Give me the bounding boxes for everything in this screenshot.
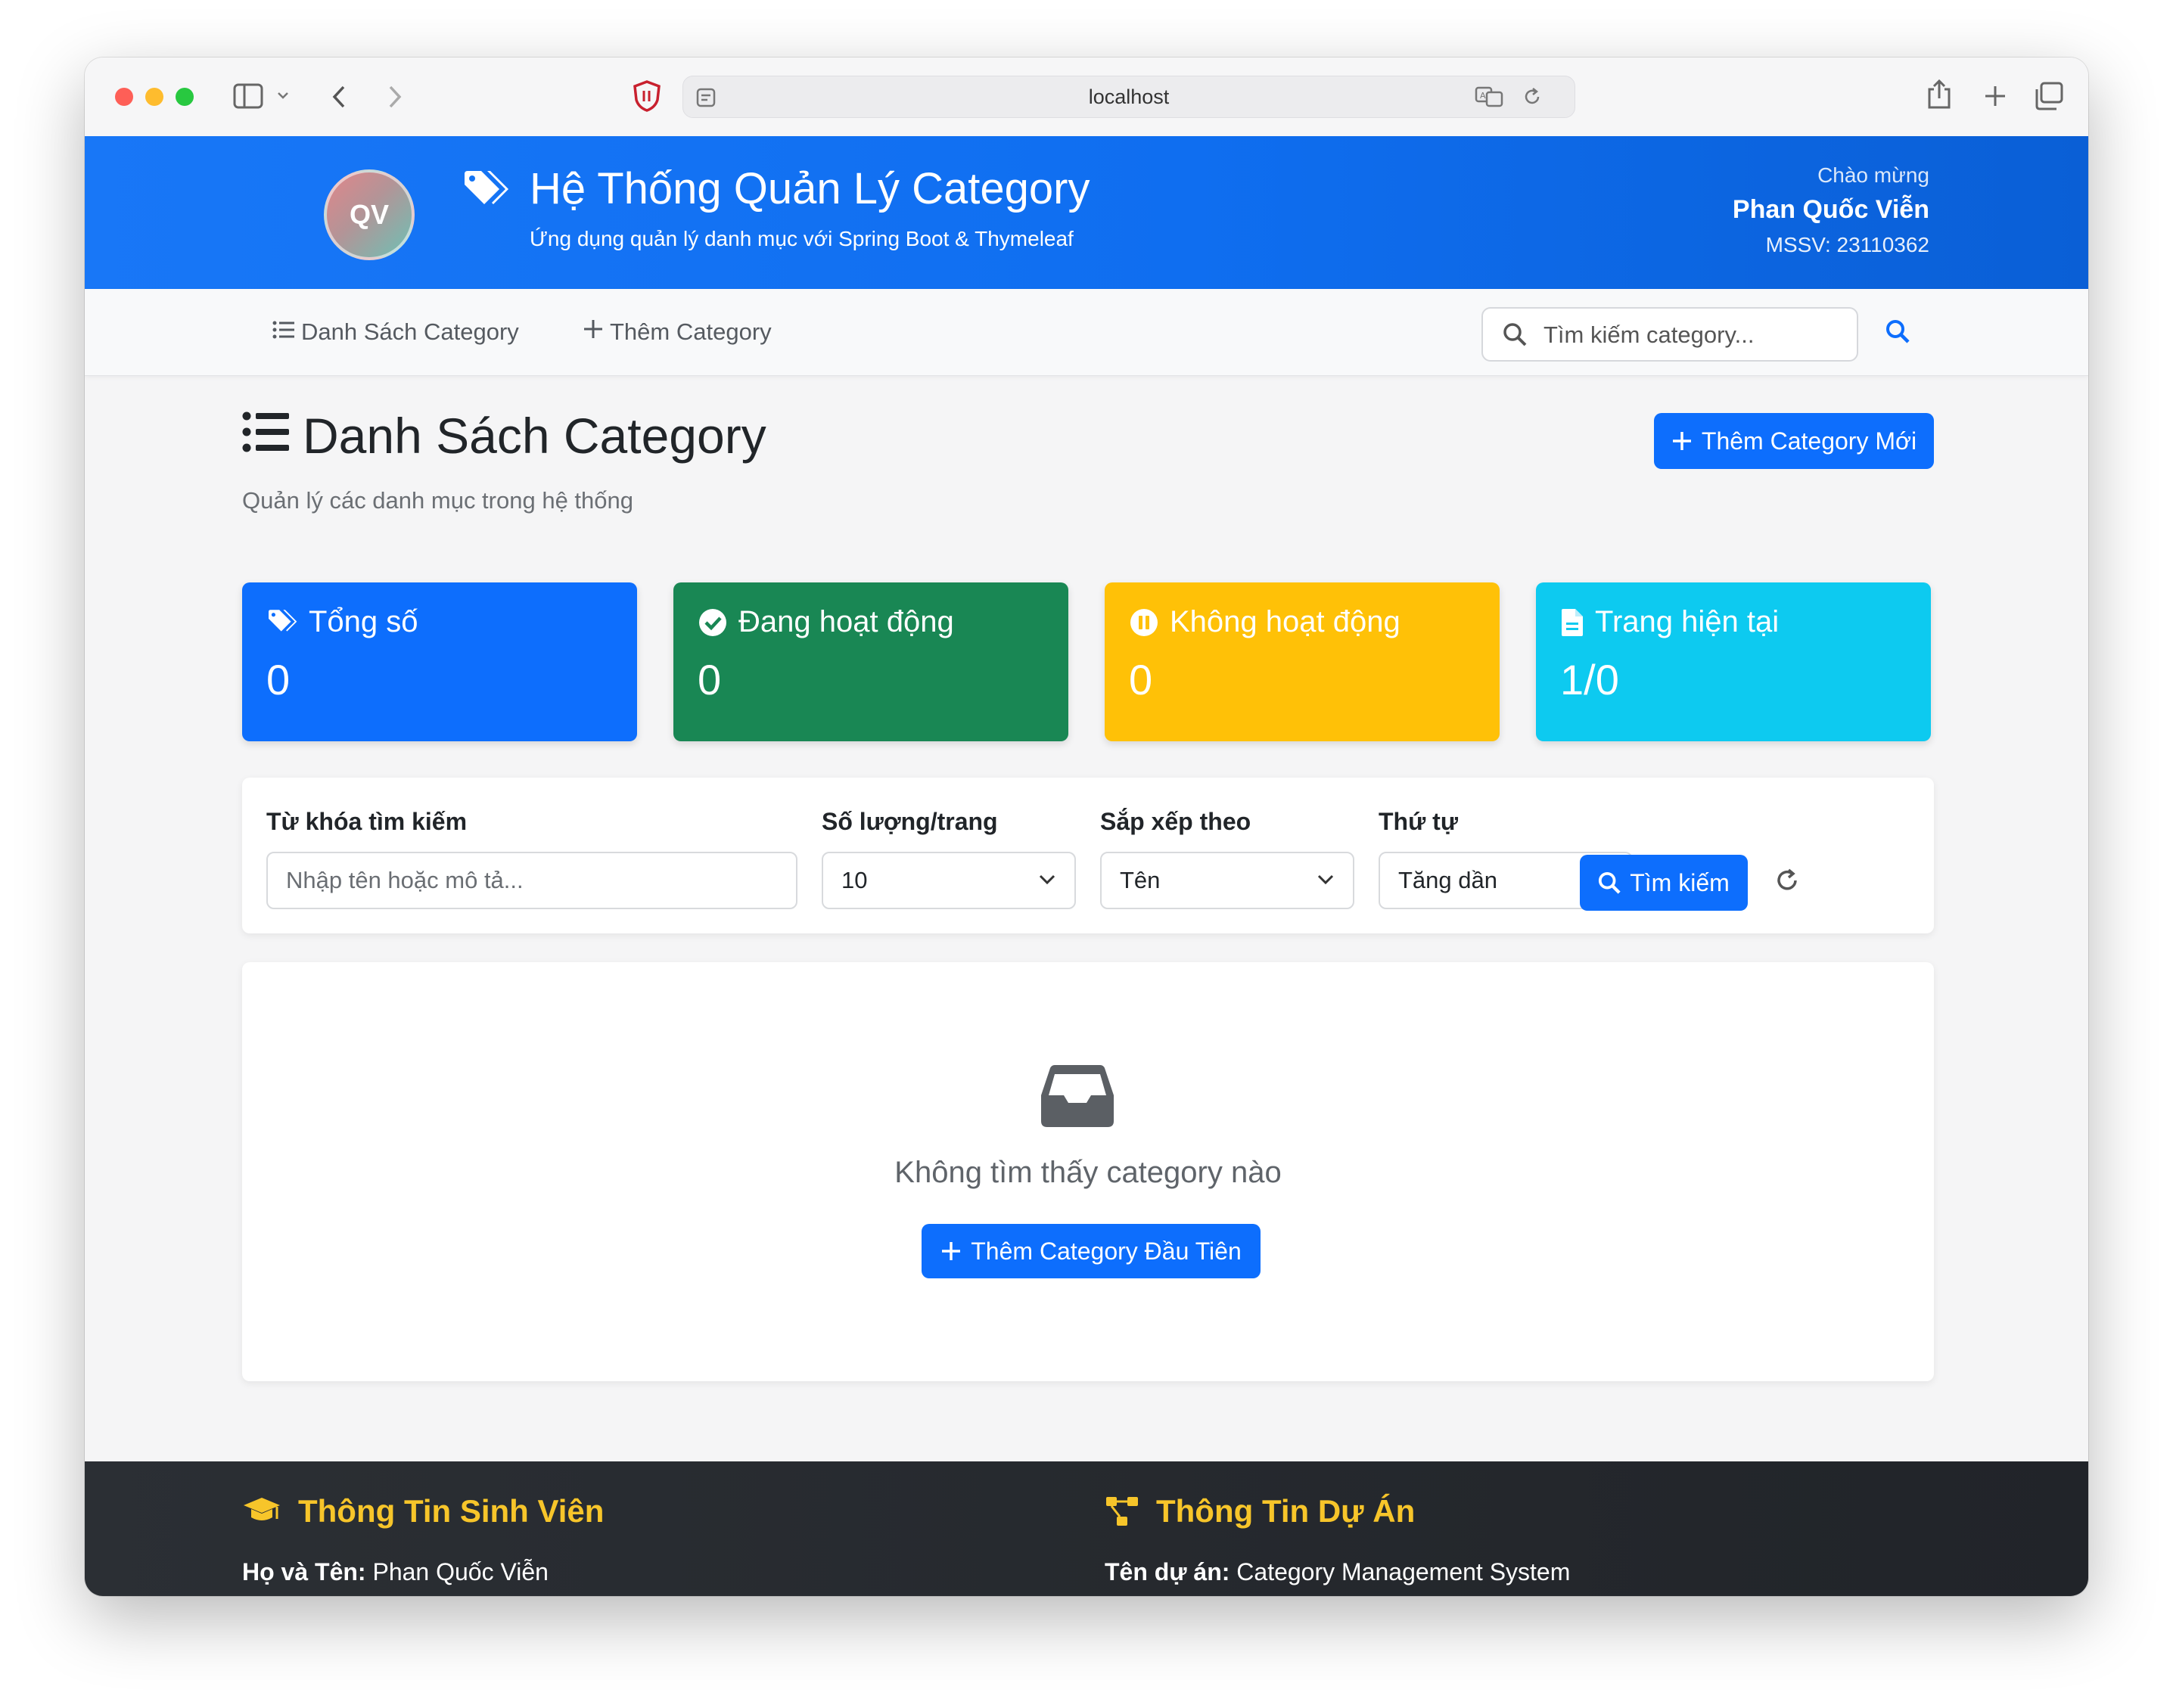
chevron-down-icon [1317,874,1334,885]
empty-message: Không tìm thấy category nào [894,1156,1282,1189]
pause-circle-icon [1130,608,1158,636]
keyword-field-wrapper [266,852,797,909]
stat-card-active: Đang hoạt động 0 [673,582,1068,741]
list-icon [242,407,303,464]
project-info-heading: Thông Tin Dự Án [1105,1493,1415,1529]
sort-by-value: Tên [1120,867,1161,893]
add-first-category-label: Thêm Category Đầu Tiên [971,1237,1242,1265]
stat-value: 0 [1129,656,1153,703]
filter-search-button[interactable]: Tìm kiếm [1580,855,1748,911]
minimize-window-button[interactable] [145,88,163,106]
page-size-value: 10 [841,867,868,893]
keyword-label: Từ khóa tìm kiếm [266,808,468,835]
stat-card-inactive: Không hoạt động 0 [1105,582,1500,741]
svg-text:A: A [1480,91,1486,101]
browser-toolbar: localhost A [85,57,2088,137]
forward-icon[interactable] [387,85,403,109]
search-icon [1503,322,1527,346]
footer: Thông Tin Sinh Viên Họ và Tên: Phan Quốc… [85,1461,2088,1596]
plus-icon [583,318,610,346]
empty-state-card: Không tìm thấy category nào Thêm Categor… [242,962,1934,1381]
list-icon [272,318,301,346]
stat-card-total: Tổng số 0 [242,582,637,741]
plus-icon [942,1242,961,1260]
add-category-button[interactable]: Thêm Category Mới [1654,413,1934,469]
nav-search-button[interactable] [1885,319,1910,343]
reset-icon[interactable] [1774,867,1801,898]
graduation-cap-icon [244,1498,280,1520]
welcome-text: Chào mừng [1817,163,1929,187]
stat-value: 0 [266,656,291,703]
stat-value: 0 [698,656,722,703]
nav-list-label: Danh Sách Category [301,318,519,345]
tags-icon [269,609,297,632]
plus-icon [1672,432,1691,450]
student-name-line: Họ và Tên: Phan Quốc Viễn [242,1558,549,1586]
share-icon[interactable] [1926,79,1952,110]
zoom-window-button[interactable] [176,88,194,106]
chevron-down-icon[interactable] [277,91,289,100]
stat-card-current-page: Trang hiện tại 1/0 [1536,582,1931,741]
stat-value: 1/0 [1560,656,1619,703]
url-text: localhost [1088,85,1170,108]
back-icon[interactable] [331,85,347,109]
nav-add-category[interactable]: Thêm Category [583,289,772,375]
nav-search-input[interactable] [1542,309,1848,362]
project-name-label: Tên dự án: [1105,1558,1230,1585]
student-heading-text: Thông Tin Sinh Viên [298,1493,605,1529]
close-window-button[interactable] [115,88,133,106]
add-first-category-button[interactable]: Thêm Category Đầu Tiên [922,1224,1261,1278]
keyword-input[interactable] [268,853,796,908]
nav-add-label: Thêm Category [610,318,772,345]
inbox-icon [1040,1062,1115,1132]
nav-bar: Danh Sách Category Thêm Category [85,289,2088,376]
check-circle-icon [699,608,726,636]
filter-search-label: Tìm kiếm [1630,868,1730,896]
user-name: Phan Quốc Viễn [1732,195,1929,224]
student-info-heading: Thông Tin Sinh Viên [242,1493,604,1529]
search-icon [1599,871,1621,894]
browser-window: localhost A QV Hệ Thống Quản Lý Category [85,57,2088,1596]
page-title: Danh Sách Category [242,407,766,464]
stat-label: Tổng số [309,605,418,638]
app-title-text: Hệ Thống Quản Lý Category [530,164,1090,213]
file-icon [1562,608,1583,636]
page-subtitle: Quản lý các danh mục trong hệ thống [242,487,633,514]
reload-icon[interactable] [1522,86,1543,107]
translate-icon[interactable]: A [1475,85,1505,108]
page-title-text: Danh Sách Category [303,408,766,464]
tags-icon [462,169,510,222]
chevron-down-icon [1039,874,1055,885]
student-id: MSSV: 23110362 [1765,233,1929,256]
app-subtitle: Ứng dụng quản lý danh mục với Spring Boo… [530,227,1074,250]
sort-by-select[interactable]: Tên [1100,852,1354,909]
page-size-select[interactable]: 10 [822,852,1076,909]
project-name-value: Category Management System [1236,1558,1571,1585]
sidebar-toggle-icon[interactable] [233,83,263,109]
stat-label: Không hoạt động [1170,605,1400,638]
project-heading-text: Thông Tin Dự Án [1156,1493,1416,1529]
order-value: Tăng dần [1398,867,1497,893]
student-name-label: Họ và Tên: [242,1558,366,1585]
sort-by-label: Sắp xếp theo [1100,808,1251,835]
page-size-label: Số lượng/trang [822,808,998,835]
nav-search-box [1481,307,1858,362]
nav-category-list[interactable]: Danh Sách Category [272,289,519,375]
address-bar[interactable]: localhost A [682,76,1575,118]
project-diagram-icon [1106,1497,1138,1526]
new-tab-icon[interactable] [1984,85,2007,107]
stat-label: Trang hiện tại [1595,605,1780,638]
tab-overview-icon[interactable] [2034,82,2064,110]
student-name-value: Phan Quốc Viễn [372,1558,549,1585]
stat-label: Đang hoạt động [738,605,954,638]
app-title: Hệ Thống Quản Lý Category [465,163,1090,214]
avatar: QV [324,169,415,260]
project-name-line: Tên dự án: Category Management System [1105,1558,1570,1586]
order-label: Thứ tự [1379,808,1458,835]
app-header: QV Hệ Thống Quản Lý Category Ứng dụng qu… [85,136,2088,289]
shield-icon[interactable] [633,80,661,112]
add-category-label: Thêm Category Mới [1701,427,1917,455]
